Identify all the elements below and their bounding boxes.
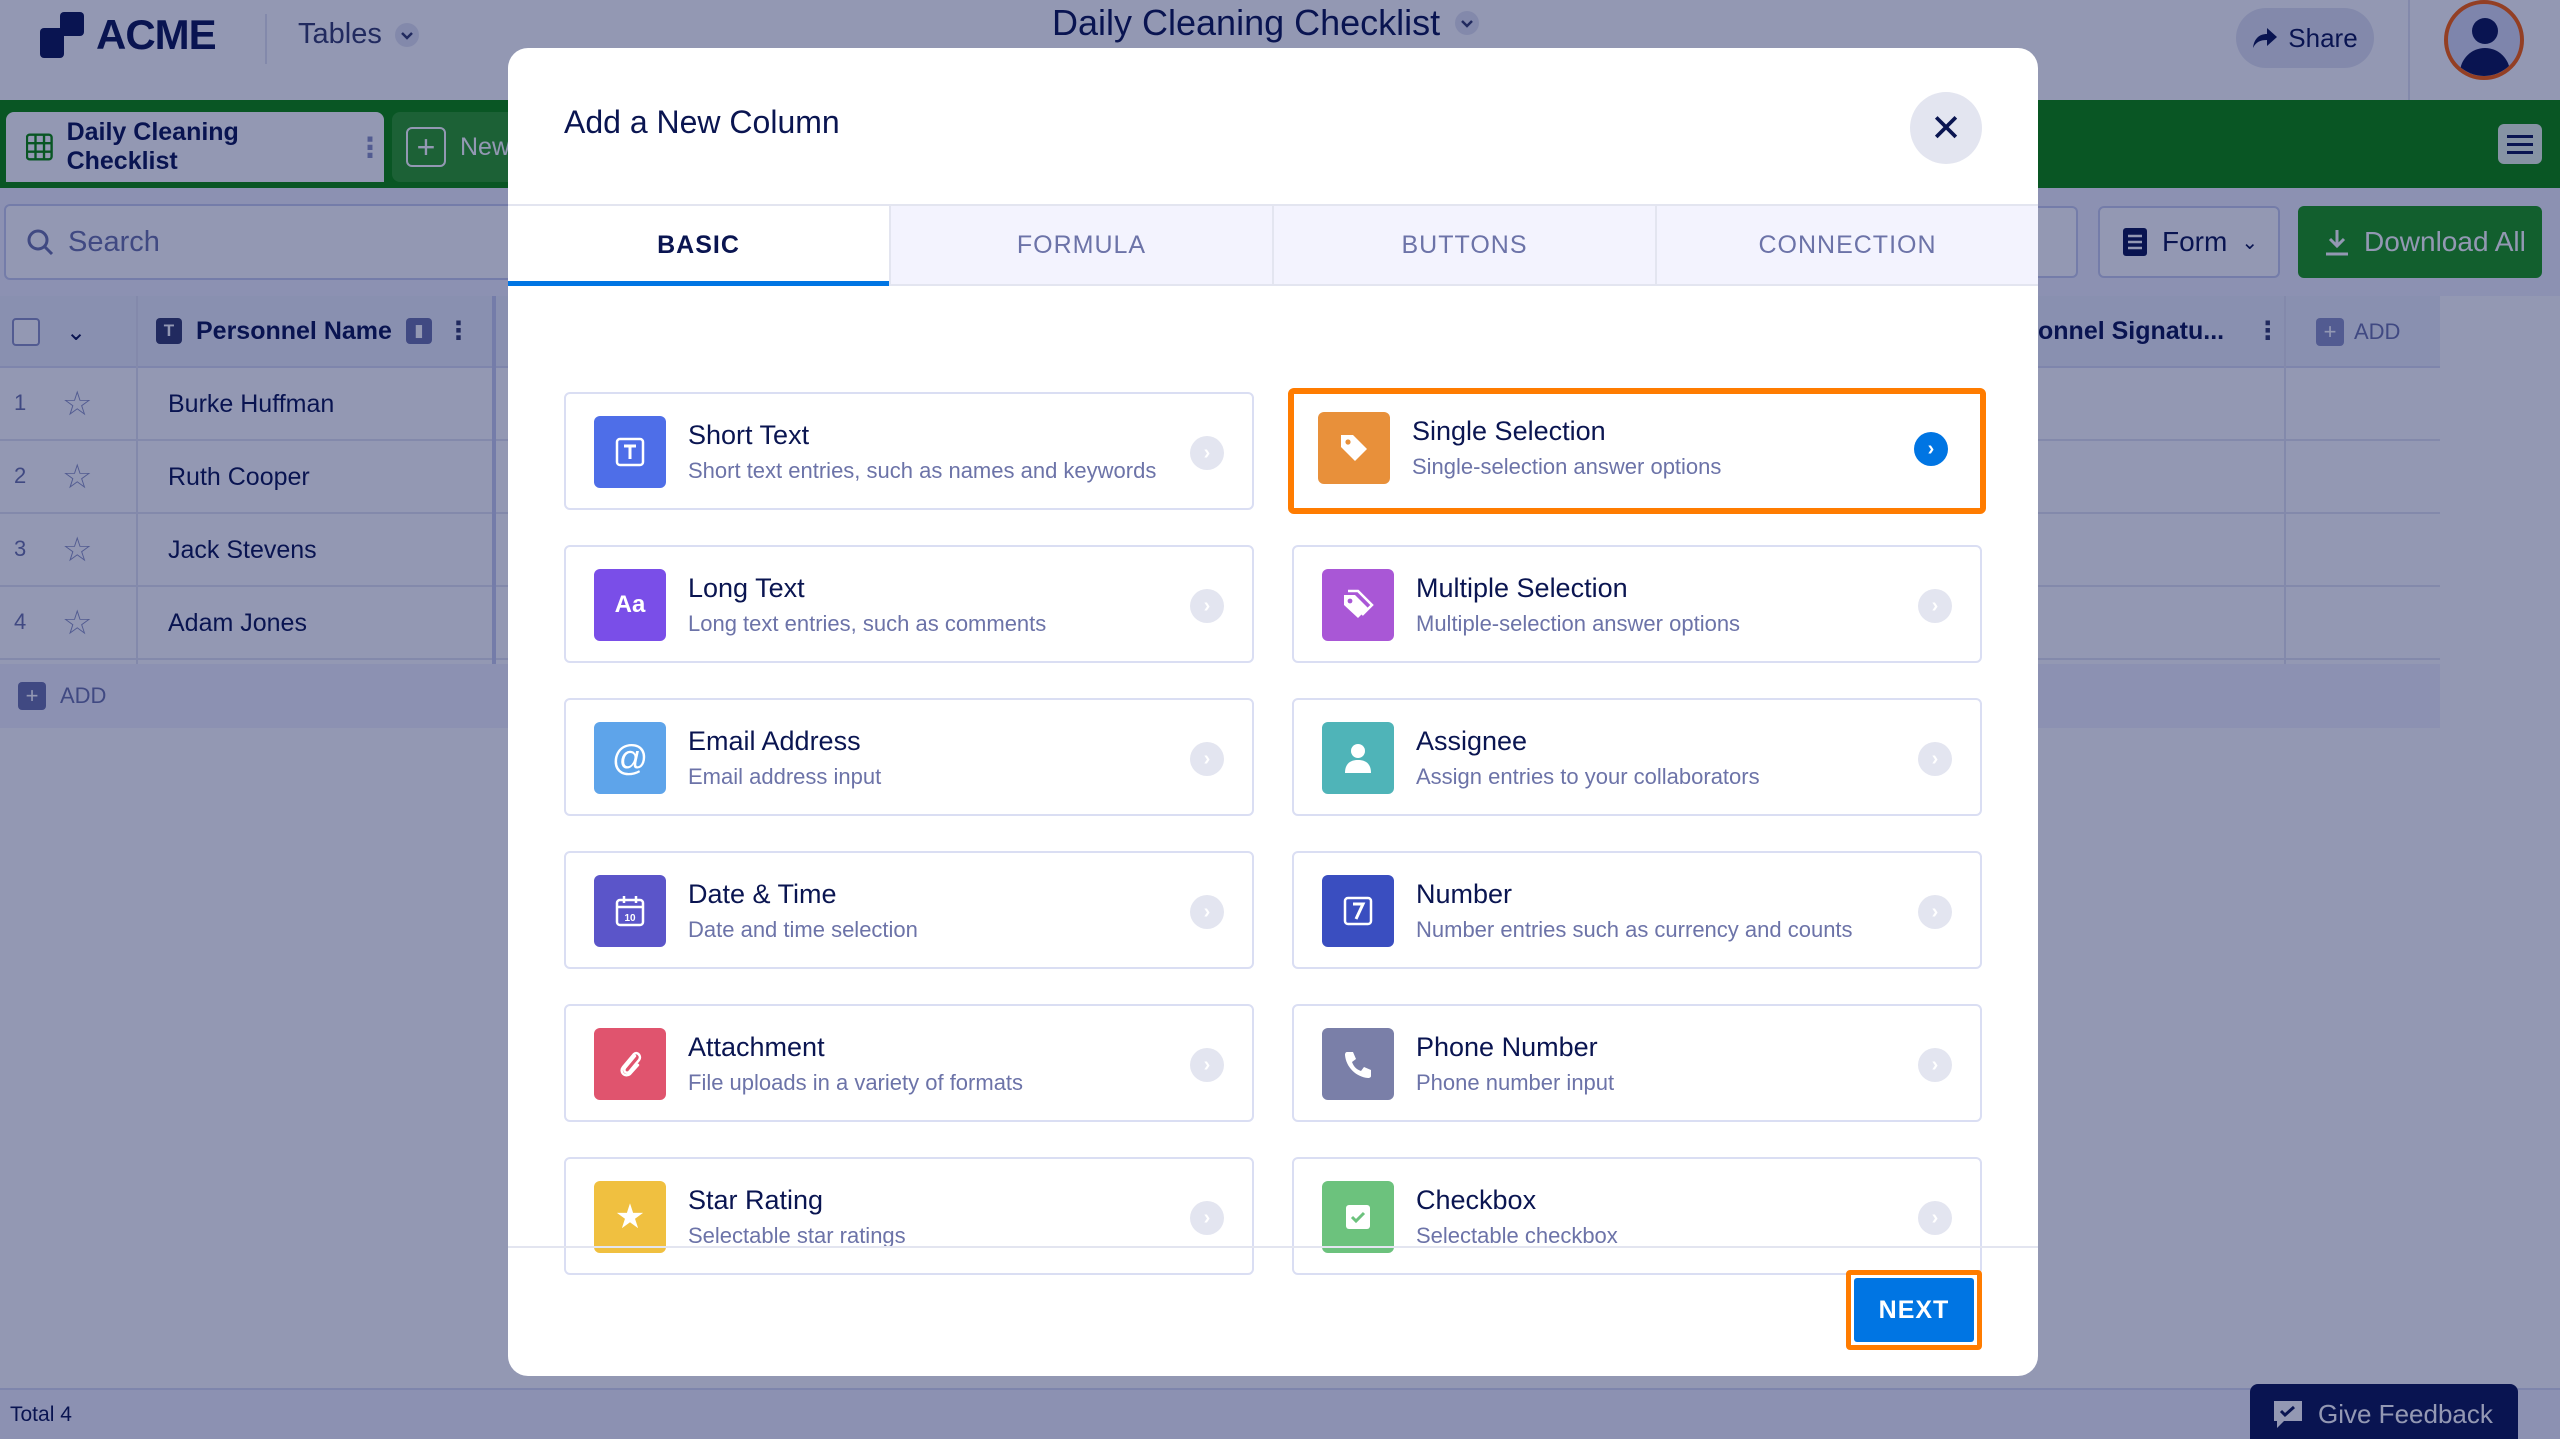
- option-description: Long text entries, such as comments: [688, 611, 1047, 636]
- long-text-icon: Aa: [594, 569, 666, 641]
- dialog-footer-divider: [508, 1246, 2038, 1248]
- option-email-address[interactable]: @ Email Address Email address input ›: [564, 698, 1254, 816]
- chevron-right-icon: ›: [1190, 1048, 1224, 1082]
- tab-basic[interactable]: BASIC: [508, 206, 891, 286]
- option-title: Checkbox: [1416, 1185, 1537, 1215]
- option-attachment[interactable]: Attachment File uploads in a variety of …: [564, 1004, 1254, 1122]
- option-title: Date & Time: [688, 879, 837, 909]
- chevron-right-icon: ›: [1914, 432, 1948, 466]
- close-button[interactable]: ✕: [1910, 92, 1982, 164]
- tag-icon: [1318, 412, 1390, 484]
- option-title: Long Text: [688, 573, 805, 603]
- option-description: Date and time selection: [688, 917, 918, 942]
- option-number[interactable]: Number Number entries such as currency a…: [1292, 851, 1982, 969]
- calendar-icon: 10: [594, 875, 666, 947]
- option-title: Number: [1416, 879, 1513, 909]
- option-description: File uploads in a variety of formats: [688, 1070, 1024, 1095]
- tags-icon: [1322, 569, 1394, 641]
- option-assignee[interactable]: Assignee Assign entries to your collabor…: [1292, 698, 1982, 816]
- option-date-time[interactable]: 10 Date & Time Date and time selection ›: [564, 851, 1254, 969]
- star-icon: ★: [594, 1181, 666, 1253]
- option-description: Assign entries to your collaborators: [1416, 764, 1760, 789]
- option-title: Single Selection: [1412, 416, 1606, 446]
- option-star-rating[interactable]: ★ Star Rating Selectable star ratings ›: [564, 1157, 1254, 1275]
- text-icon: [594, 416, 666, 488]
- chevron-right-icon: ›: [1918, 895, 1952, 929]
- column-type-tabs: BASIC FORMULA BUTTONS CONNECTION: [508, 204, 2038, 286]
- chevron-right-icon: ›: [1918, 1201, 1952, 1235]
- chevron-right-icon: ›: [1190, 1201, 1224, 1235]
- option-title: Multiple Selection: [1416, 573, 1628, 603]
- option-description: Phone number input: [1416, 1070, 1615, 1095]
- number-icon: [1322, 875, 1394, 947]
- tab-connection[interactable]: CONNECTION: [1657, 206, 2038, 284]
- option-description: Email address input: [688, 764, 882, 789]
- tab-buttons[interactable]: BUTTONS: [1274, 206, 1657, 284]
- close-icon: ✕: [1930, 107, 1962, 150]
- chevron-right-icon: ›: [1190, 589, 1224, 623]
- checkbox-icon: [1322, 1181, 1394, 1253]
- option-title: Assignee: [1416, 726, 1528, 756]
- option-description: Single-selection answer options: [1412, 454, 1722, 479]
- at-icon: @: [594, 722, 666, 794]
- svg-text:10: 10: [624, 913, 636, 924]
- tab-formula[interactable]: FORMULA: [891, 206, 1274, 284]
- option-multiple-selection[interactable]: Multiple Selection Multiple-selection an…: [1292, 545, 1982, 663]
- option-long-text[interactable]: Aa Long Text Long text entries, such as …: [564, 545, 1254, 663]
- next-button[interactable]: NEXT: [1854, 1278, 1974, 1342]
- option-description: Number entries such as currency and coun…: [1416, 917, 1853, 942]
- paperclip-icon: [594, 1028, 666, 1100]
- option-title: Phone Number: [1416, 1032, 1598, 1062]
- option-title: Email Address: [688, 726, 861, 756]
- option-checkbox[interactable]: Checkbox Selectable checkbox ›: [1292, 1157, 1982, 1275]
- person-icon: [1322, 722, 1394, 794]
- add-column-dialog: Add a New Column ✕ BASIC FORMULA BUTTONS…: [508, 48, 2038, 1376]
- option-title: Short Text: [688, 420, 810, 450]
- option-phone-number[interactable]: Phone Number Phone number input ›: [1292, 1004, 1982, 1122]
- option-single-selection[interactable]: Single Selection Single-selection answer…: [1288, 388, 1986, 514]
- chevron-right-icon: ›: [1918, 1048, 1952, 1082]
- phone-icon: [1322, 1028, 1394, 1100]
- chevron-right-icon: ›: [1190, 742, 1224, 776]
- option-short-text[interactable]: Short Text Short text entries, such as n…: [564, 392, 1254, 510]
- chevron-right-icon: ›: [1918, 742, 1952, 776]
- option-description: Multiple-selection answer options: [1416, 611, 1741, 636]
- next-button-highlight: NEXT: [1846, 1270, 1982, 1350]
- chevron-right-icon: ›: [1918, 589, 1952, 623]
- chevron-right-icon: ›: [1190, 436, 1224, 470]
- option-description: Short text entries, such as names and ke…: [688, 458, 1157, 483]
- chevron-right-icon: ›: [1190, 895, 1224, 929]
- option-title: Attachment: [688, 1032, 825, 1062]
- option-title: Star Rating: [688, 1185, 824, 1215]
- dialog-title: Add a New Column: [564, 104, 840, 140]
